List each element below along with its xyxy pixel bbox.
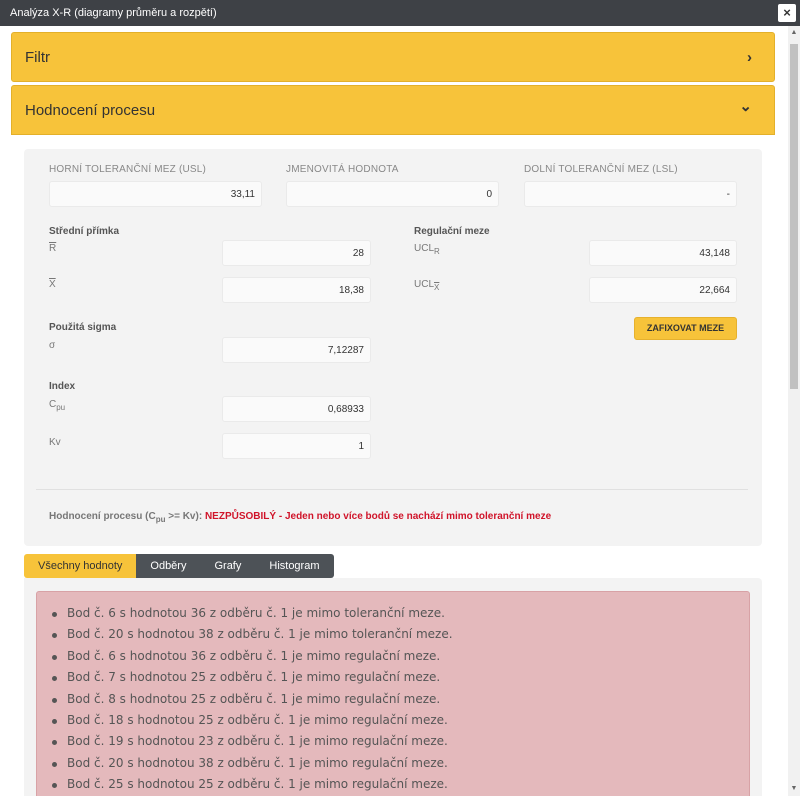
list-item: Bod č. 25 s hodnotou 25 z odběru č. 1 je… <box>37 774 749 795</box>
dialog-content: Filtr › Hodnocení procesu ⌄ HORNÍ TOLERA… <box>0 26 788 796</box>
ucl-x-label: UCLX <box>414 279 440 292</box>
scrollbar-thumb[interactable] <box>790 44 798 389</box>
results-tabs: Všechny hodnoty Odběry Grafy Histogram <box>24 554 334 578</box>
list-item: Bod č. 6 s hodnotou 36 z odběru č. 1 je … <box>37 646 749 667</box>
nominal-label: JMENOVITÁ HODNOTA <box>286 164 399 175</box>
list-item: Bod č. 20 s hodnotou 38 z odběru č. 1 je… <box>37 624 749 645</box>
divider <box>36 489 748 490</box>
cpu-field[interactable]: 0,68933 <box>222 396 371 422</box>
index-heading: Index <box>49 381 76 392</box>
tab-vsechny-hodnoty[interactable]: Všechny hodnoty <box>24 554 137 578</box>
accordion-filtr[interactable]: Filtr › <box>11 32 775 82</box>
vertical-scrollbar[interactable]: ▲ ▼ <box>788 26 800 796</box>
list-item: Bod č. 18 s hodnotou 25 z odběru č. 1 je… <box>37 710 749 731</box>
close-icon[interactable]: × <box>778 4 796 22</box>
control-limits-heading: Regulační meze <box>414 226 490 237</box>
kv-label: Kv <box>49 437 61 448</box>
scroll-up-icon[interactable]: ▲ <box>788 26 800 40</box>
chevron-right-icon: › <box>747 49 752 66</box>
x-bar-label: X <box>49 279 56 290</box>
process-evaluation-panel: HORNÍ TOLERANČNÍ MEZ (USL) 33,11 JMENOVI… <box>24 149 762 546</box>
kv-field[interactable]: 1 <box>222 433 371 459</box>
tab-grafy[interactable]: Grafy <box>200 554 256 578</box>
list-item: Bod č. 19 s hodnotou 23 z odběru č. 1 je… <box>37 731 749 752</box>
message-list: Bod č. 6 s hodnotou 36 z odběru č. 1 je … <box>37 592 749 796</box>
window-title: Analýza X-R (diagramy průměru a rozpětí) <box>10 7 217 19</box>
window-titlebar: Analýza X-R (diagramy průměru a rozpětí)… <box>0 0 800 26</box>
ucl-r-label: UCLR <box>414 243 440 256</box>
list-item: Bod č. 7 s hodnotou 25 z odběru č. 1 je … <box>37 667 749 688</box>
usl-field[interactable]: 33,11 <box>49 181 262 207</box>
usl-label: HORNÍ TOLERANČNÍ MEZ (USL) <box>49 164 207 175</box>
ucl-x-field[interactable]: 22,664 <box>589 277 737 303</box>
chevron-down-icon: ⌄ <box>739 98 752 115</box>
list-item: Bod č. 8 s hodnotou 25 z odběru č. 1 je … <box>37 689 749 710</box>
accordion-filtr-label: Filtr <box>25 49 50 66</box>
accordion-hodnoceni-procesu[interactable]: Hodnocení procesu ⌄ <box>11 85 775 135</box>
sigma-label: σ <box>49 340 56 351</box>
r-bar-label: R <box>49 243 57 254</box>
ucl-r-field[interactable]: 43,148 <box>589 240 737 266</box>
sigma-heading: Použitá sigma <box>49 322 117 333</box>
fix-limits-button[interactable]: ZAFIXOVAT MEZE <box>634 317 737 340</box>
lsl-field[interactable]: - <box>524 181 737 207</box>
sigma-field[interactable]: 7,12287 <box>222 337 371 363</box>
error-alert: Bod č. 6 s hodnotou 36 z odběru č. 1 je … <box>36 591 750 796</box>
evaluation-status: NEZPŮSOBILÝ - Jeden nebo více bodů se na… <box>204 511 552 522</box>
scroll-down-icon[interactable]: ▼ <box>788 782 800 796</box>
accordion-hodnoceni-label: Hodnocení procesu <box>25 102 156 119</box>
nominal-field[interactable]: 0 <box>286 181 499 207</box>
tab-histogram[interactable]: Histogram <box>255 554 334 578</box>
list-item: Bod č. 20 s hodnotou 38 z odběru č. 1 je… <box>37 753 749 774</box>
lsl-label: DOLNÍ TOLERANČNÍ MEZ (LSL) <box>524 164 678 175</box>
cpu-label: Cpu <box>49 399 66 412</box>
center-line-heading: Střední přímka <box>49 226 120 237</box>
x-bar-field[interactable]: 18,38 <box>222 277 371 303</box>
evaluation-result: Hodnocení procesu (Cpu >= Kv): NEZPŮSOBI… <box>49 511 552 524</box>
list-item: Bod č. 6 s hodnotou 36 z odběru č. 1 je … <box>37 603 749 624</box>
messages-panel: Bod č. 6 s hodnotou 36 z odběru č. 1 je … <box>24 578 762 796</box>
r-bar-field[interactable]: 28 <box>222 240 371 266</box>
tab-odbery[interactable]: Odběry <box>136 554 201 578</box>
